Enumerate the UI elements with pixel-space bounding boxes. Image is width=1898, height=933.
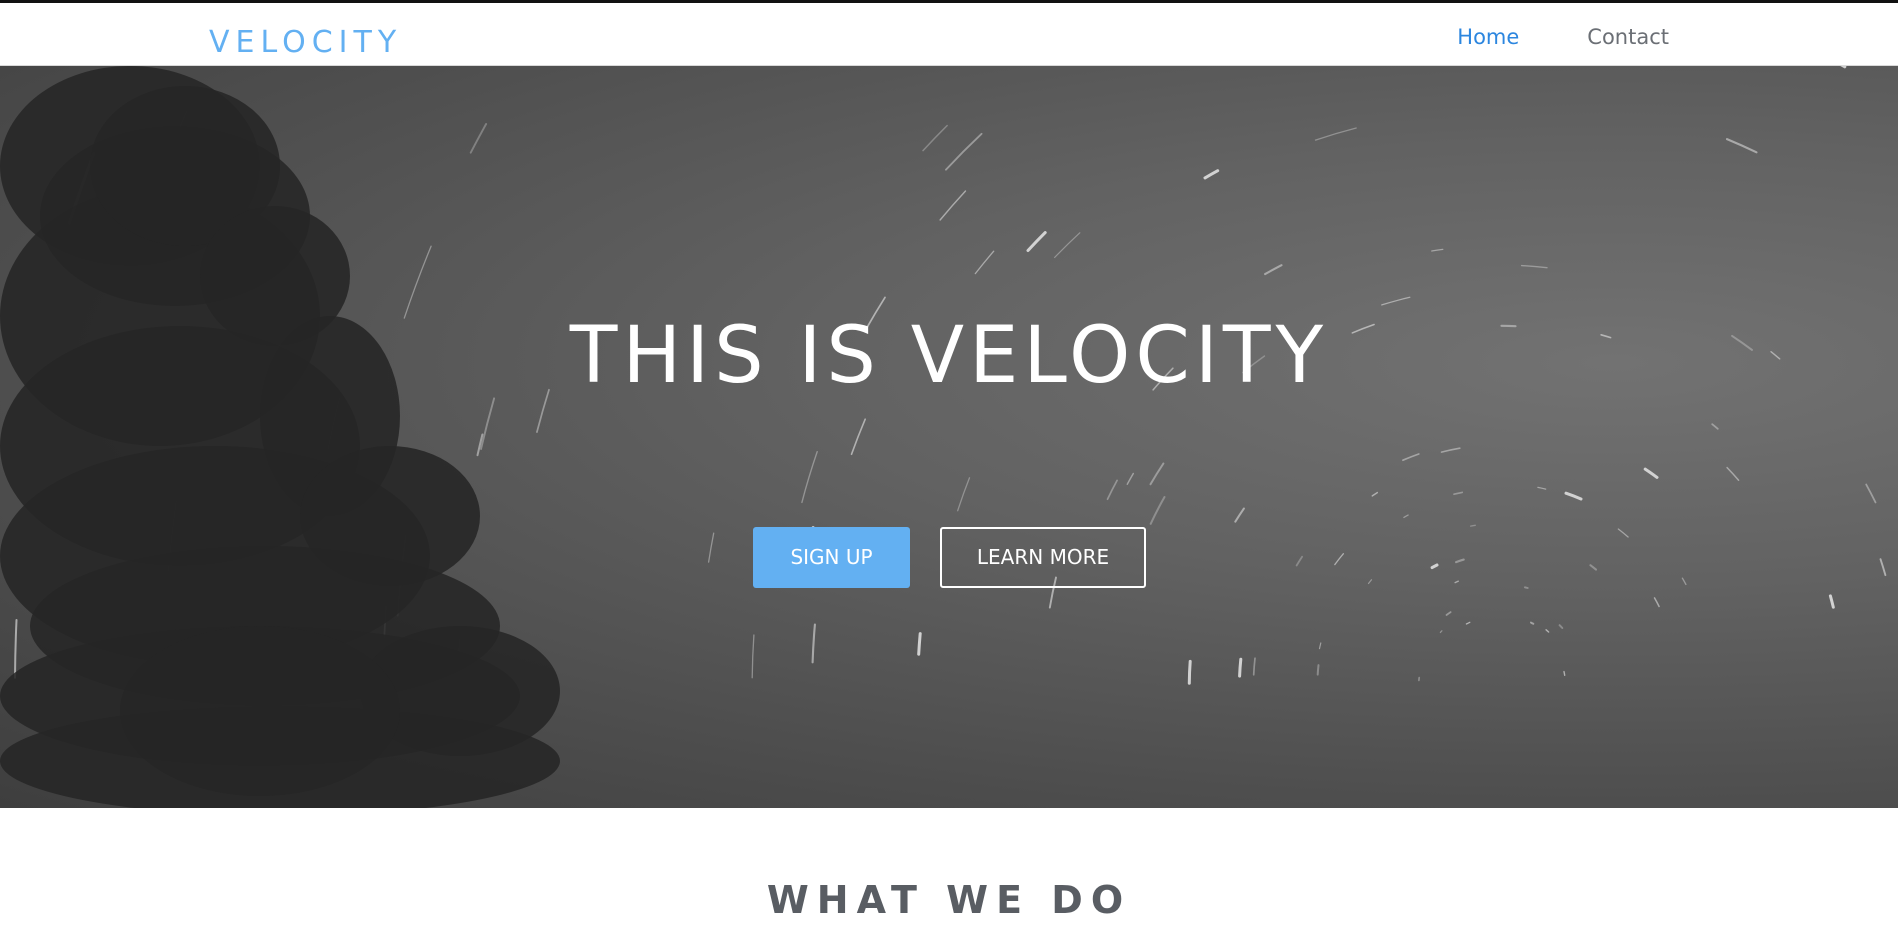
star-trail xyxy=(1367,579,1373,585)
section-title-what-we-do: WHAT WE DO xyxy=(766,878,1132,922)
star-trail xyxy=(1530,621,1535,625)
star-trail xyxy=(1126,472,1135,485)
star-trail xyxy=(1430,563,1439,570)
star-trail xyxy=(1455,558,1465,564)
star-trail xyxy=(945,132,983,171)
star-trail xyxy=(707,532,715,563)
star-trail xyxy=(1545,629,1550,633)
learn-more-button[interactable]: LEARN MORE xyxy=(940,527,1146,588)
star-trail xyxy=(1465,621,1471,625)
hero-section: THIS IS VELOCITY SIGN UP LEARN MORE xyxy=(0,66,1898,808)
star-trail xyxy=(1054,232,1081,259)
nav-links: Home Contact xyxy=(1457,23,1669,51)
star-trail xyxy=(939,190,967,221)
sign-up-button[interactable]: SIGN UP xyxy=(753,527,910,588)
star-trail xyxy=(1334,553,1345,566)
star-trail xyxy=(974,250,995,275)
star-trail xyxy=(1563,670,1566,676)
star-trail xyxy=(1431,248,1444,252)
star-trail xyxy=(1314,127,1357,141)
star-trail xyxy=(14,619,18,679)
star-trail xyxy=(1149,496,1166,525)
star-trail xyxy=(1234,507,1245,523)
star-trail xyxy=(1469,524,1476,527)
star-trail xyxy=(1381,296,1411,306)
star-trail xyxy=(1681,577,1687,586)
star-trail xyxy=(1106,479,1118,501)
star-trail xyxy=(1238,657,1243,678)
star-trail xyxy=(1149,462,1165,486)
star-trail xyxy=(1865,483,1877,504)
star-trail xyxy=(1840,66,1847,69)
star-trail xyxy=(1564,491,1583,501)
star-trail xyxy=(1537,486,1547,490)
star-trail xyxy=(1316,664,1320,676)
star-trail xyxy=(1523,586,1529,589)
star-trail xyxy=(922,124,948,152)
star-trail xyxy=(1726,466,1740,481)
star-trail xyxy=(1453,491,1464,496)
star-trail xyxy=(1295,555,1303,567)
star-trail xyxy=(1026,231,1047,252)
tree-silhouette xyxy=(120,626,400,796)
star-trail xyxy=(811,623,816,664)
navbar: VELOCITY Home Contact xyxy=(0,3,1898,66)
star-trail xyxy=(801,451,818,504)
star-trail xyxy=(1617,528,1629,538)
nav-link-contact[interactable]: Contact xyxy=(1587,23,1669,51)
star-trail xyxy=(1828,594,1835,609)
star-trail xyxy=(1725,138,1758,154)
star-trail xyxy=(1252,657,1256,676)
star-trail xyxy=(957,477,971,512)
star-trail xyxy=(1558,624,1564,629)
star-trail xyxy=(1653,597,1660,608)
brand-logo[interactable]: VELOCITY xyxy=(209,23,402,63)
star-trail xyxy=(1445,611,1452,616)
star-trail xyxy=(917,632,922,656)
tree-silhouette xyxy=(300,446,480,586)
nav-link-home[interactable]: Home xyxy=(1457,23,1519,51)
star-trail xyxy=(1318,642,1322,650)
star-trail xyxy=(1879,558,1887,577)
star-trail xyxy=(1589,564,1598,571)
star-trail xyxy=(1520,264,1548,269)
star-trail xyxy=(1439,630,1443,634)
star-trail xyxy=(1711,423,1719,430)
star-trail xyxy=(1264,264,1283,276)
star-trail xyxy=(1371,491,1379,497)
star-trail xyxy=(1403,514,1409,519)
star-trail xyxy=(469,123,488,154)
star-trail xyxy=(1402,453,1420,462)
star-trail xyxy=(1454,580,1459,584)
star-trail xyxy=(1643,467,1659,479)
star-trail xyxy=(1203,169,1220,180)
star-trail xyxy=(751,634,755,679)
star-trail xyxy=(1187,659,1192,685)
hero-title: THIS IS VELOCITY xyxy=(569,311,1329,401)
hero-background-image xyxy=(0,66,1887,808)
star-trail xyxy=(850,418,866,456)
star-trail xyxy=(1440,447,1461,453)
